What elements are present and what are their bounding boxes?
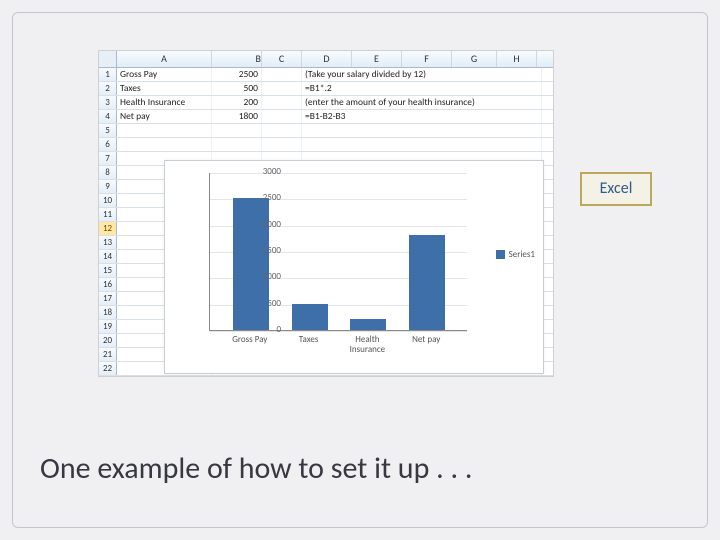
x-tick: Health Insurance bbox=[337, 335, 397, 355]
row-header[interactable]: 22 bbox=[99, 362, 117, 375]
y-tick: 500 bbox=[247, 298, 281, 309]
bar-chart[interactable]: Series1 Gross PayTaxesHealth InsuranceNe… bbox=[164, 160, 544, 374]
bar-3 bbox=[409, 235, 445, 330]
cell-c[interactable] bbox=[262, 124, 302, 137]
cell-a[interactable] bbox=[117, 138, 212, 151]
col-header-h[interactable]: H bbox=[497, 51, 537, 67]
y-tick: 1500 bbox=[247, 245, 281, 256]
cell-b[interactable]: 500 bbox=[212, 82, 262, 95]
cell-note[interactable]: (enter the amount of your health insuran… bbox=[302, 96, 542, 109]
row-1[interactable]: 1Gross Pay2500 (Take your salary divided … bbox=[99, 68, 553, 82]
row-header[interactable]: 14 bbox=[99, 250, 117, 263]
chart-legend: Series1 bbox=[496, 249, 535, 260]
row-header[interactable]: 21 bbox=[99, 348, 117, 361]
x-tick: Taxes bbox=[279, 335, 339, 345]
bar-1 bbox=[292, 304, 328, 330]
cell-a[interactable]: Gross Pay bbox=[117, 68, 212, 81]
col-header-g[interactable]: G bbox=[452, 51, 497, 67]
cell-c[interactable] bbox=[262, 96, 302, 109]
legend-label: Series1 bbox=[509, 249, 535, 260]
cell-note[interactable] bbox=[302, 138, 542, 151]
col-header-c[interactable]: C bbox=[262, 51, 302, 67]
y-tick: 3000 bbox=[247, 166, 281, 177]
y-tick: 0 bbox=[247, 324, 281, 335]
cell-c[interactable] bbox=[262, 138, 302, 151]
select-all-corner[interactable] bbox=[99, 51, 117, 67]
row-header[interactable]: 6 bbox=[99, 138, 117, 151]
caption-text: One example of how to set it up . . . bbox=[40, 450, 472, 487]
row-header[interactable]: 16 bbox=[99, 278, 117, 291]
row-2[interactable]: 2Taxes500 =B1*.2 bbox=[99, 82, 553, 96]
cell-b[interactable] bbox=[212, 124, 262, 137]
cell-note[interactable]: =B1*.2 bbox=[302, 82, 542, 95]
row-header[interactable]: 11 bbox=[99, 208, 117, 221]
row-header[interactable]: 13 bbox=[99, 236, 117, 249]
row-header[interactable]: 10 bbox=[99, 194, 117, 207]
cell-note[interactable]: =B1-B2-B3 bbox=[302, 110, 542, 123]
cell-c[interactable] bbox=[262, 110, 302, 123]
cell-c[interactable] bbox=[262, 82, 302, 95]
cell-a[interactable] bbox=[117, 124, 212, 137]
row-header[interactable]: 3 bbox=[99, 96, 117, 109]
excel-tag: Excel bbox=[580, 172, 652, 206]
column-header-row: A B C D E F G H bbox=[99, 51, 553, 68]
row-header[interactable]: 18 bbox=[99, 306, 117, 319]
col-header-b[interactable]: B bbox=[212, 51, 262, 67]
row-header[interactable]: 1 bbox=[99, 68, 117, 81]
cell-note[interactable]: (Take your salary divided by 12) bbox=[302, 68, 542, 81]
y-tick: 1000 bbox=[247, 271, 281, 282]
row-3[interactable]: 3Health Insurance200 (enter the amount of… bbox=[99, 96, 553, 110]
y-tick: 2000 bbox=[247, 219, 281, 230]
col-header-a[interactable]: A bbox=[117, 51, 212, 67]
y-tick: 2500 bbox=[247, 192, 281, 203]
row-header[interactable]: 5 bbox=[99, 124, 117, 137]
col-header-f[interactable]: F bbox=[402, 51, 452, 67]
row-header[interactable]: 8 bbox=[99, 166, 117, 179]
row-6[interactable]: 6 bbox=[99, 138, 553, 152]
row-header[interactable]: 12 bbox=[99, 222, 117, 235]
cell-b[interactable]: 2500 bbox=[212, 68, 262, 81]
row-header[interactable]: 20 bbox=[99, 334, 117, 347]
cell-note[interactable] bbox=[302, 124, 542, 137]
cell-b[interactable] bbox=[212, 138, 262, 151]
cell-b[interactable]: 200 bbox=[212, 96, 262, 109]
x-tick: Gross Pay bbox=[220, 335, 280, 345]
row-4[interactable]: 4Net pay1800 =B1-B2-B3 bbox=[99, 110, 553, 124]
cell-a[interactable]: Net pay bbox=[117, 110, 212, 123]
col-header-e[interactable]: E bbox=[352, 51, 402, 67]
row-5[interactable]: 5 bbox=[99, 124, 553, 138]
row-header[interactable]: 19 bbox=[99, 320, 117, 333]
row-header[interactable]: 15 bbox=[99, 264, 117, 277]
legend-swatch bbox=[496, 250, 505, 259]
cell-c[interactable] bbox=[262, 68, 302, 81]
row-header[interactable]: 7 bbox=[99, 152, 117, 165]
cell-a[interactable]: Taxes bbox=[117, 82, 212, 95]
row-header[interactable]: 17 bbox=[99, 292, 117, 305]
cell-b[interactable]: 1800 bbox=[212, 110, 262, 123]
x-tick: Net pay bbox=[396, 335, 456, 345]
row-header[interactable]: 4 bbox=[99, 110, 117, 123]
cell-a[interactable]: Health Insurance bbox=[117, 96, 212, 109]
col-header-d[interactable]: D bbox=[302, 51, 352, 67]
row-header[interactable]: 2 bbox=[99, 82, 117, 95]
bar-2 bbox=[350, 319, 386, 330]
row-header[interactable]: 9 bbox=[99, 180, 117, 193]
